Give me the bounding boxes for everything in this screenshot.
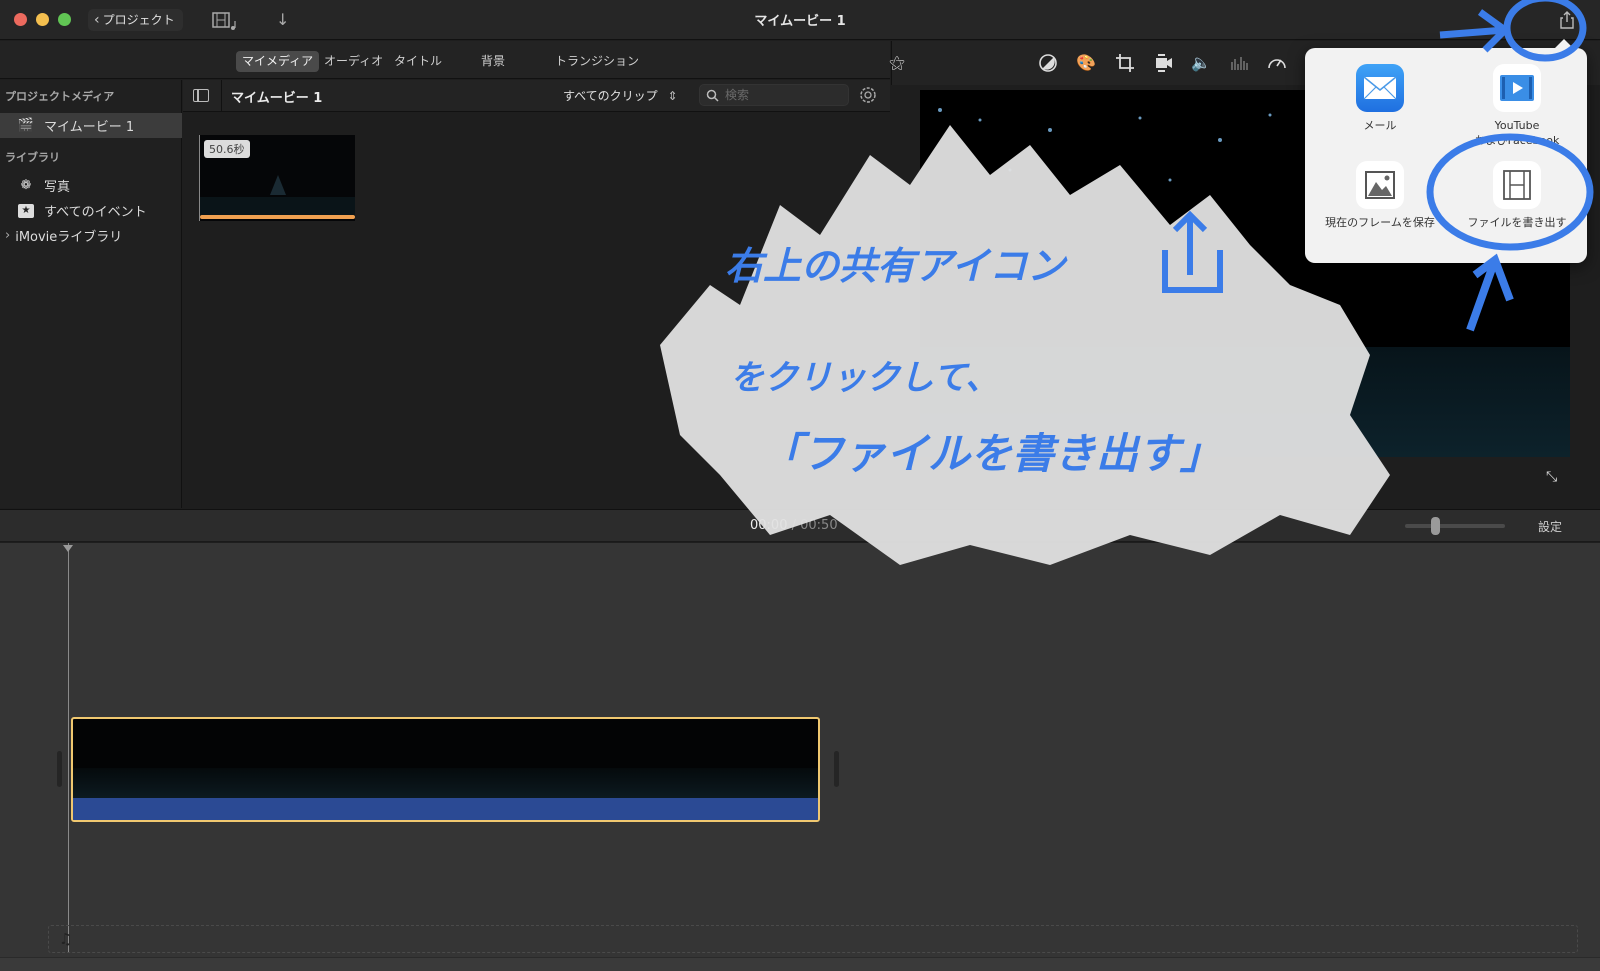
share-popover: メール YouTube およびFacebook 現在のフレームを保存 ファイルを… xyxy=(1305,39,1587,263)
clip-frames xyxy=(73,768,818,798)
mail-icon xyxy=(1356,64,1404,112)
search-input[interactable] xyxy=(725,88,835,102)
clip-trim-handle-left[interactable] xyxy=(57,751,62,787)
clip-audio-waveform xyxy=(73,798,818,820)
sidebar-item-imovie-library[interactable]: › iMovieライブラリ xyxy=(0,223,182,248)
music-note-icon: ♫ xyxy=(59,930,73,948)
browser-tabs: マイメディア オーディオ タイトル 背景 トランジション xyxy=(0,41,890,79)
film-file-icon xyxy=(1493,161,1541,209)
chevron-right-icon[interactable]: › xyxy=(5,228,10,243)
divider xyxy=(221,80,222,112)
noise-reduction-icon[interactable] xyxy=(1228,52,1250,74)
share-option-label: メール xyxy=(1363,119,1397,132)
clip-filter-label: すべてのクリップ xyxy=(563,89,658,103)
sidebar-item-label: すべてのイベント xyxy=(44,205,147,220)
sidebar-item-project[interactable]: 🎬 マイムービー 1 xyxy=(0,113,182,138)
sidebar-item-all-events[interactable]: ★ すべてのイベント xyxy=(0,198,182,223)
speed-icon[interactable] xyxy=(1266,52,1288,74)
volume-icon[interactable]: 🔈 xyxy=(1190,52,1212,74)
tab-backgrounds[interactable]: 背景 xyxy=(475,51,511,72)
clip-filter-select[interactable]: すべてのクリップ ⇕ xyxy=(563,87,678,104)
tab-audio[interactable]: オーディオ xyxy=(318,51,389,72)
share-option-mail[interactable]: メール xyxy=(1315,64,1445,133)
sidebar-item-label: 写真 xyxy=(44,180,71,195)
clip-trim-handle-right[interactable] xyxy=(834,751,839,787)
stabilization-icon[interactable] xyxy=(1152,52,1174,74)
share-option-label: ファイルを書き出す xyxy=(1467,216,1567,229)
photos-icon: ❁ xyxy=(20,178,32,193)
media-browser: 50.6秒 xyxy=(183,113,890,508)
timeline-toolbar: 00:00 / 00:50 設定 xyxy=(0,509,1600,542)
star-icon: ★ xyxy=(18,203,34,218)
browser-header: マイムービー 1 すべてのクリップ ⇕ xyxy=(183,80,890,112)
image-icon xyxy=(1356,161,1404,209)
sidebar-toggle-icon[interactable] xyxy=(193,89,209,102)
share-option-save-frame[interactable]: 現在のフレームを保存 xyxy=(1315,161,1445,230)
gear-icon[interactable] xyxy=(858,85,878,105)
total-time: 00:50 xyxy=(800,518,838,533)
project-media-header: プロジェクトメディア xyxy=(5,90,115,103)
timeline: ♫ xyxy=(0,543,1600,971)
fullscreen-icon[interactable]: ⤡ xyxy=(1546,469,1564,487)
clip-duration-badge: 50.6秒 xyxy=(204,140,250,158)
tab-transitions[interactable]: トランジション xyxy=(549,51,645,72)
share-option-youtube-facebook[interactable]: YouTube およびFacebook xyxy=(1452,64,1582,148)
updown-chevron-icon: ⇕ xyxy=(667,89,678,103)
search-field[interactable] xyxy=(699,84,849,106)
magic-wand-icon[interactable]: ⚝ xyxy=(886,52,908,74)
window-title: マイムービー 1 xyxy=(754,14,846,29)
sidebar-item-photos[interactable]: ❁ 写真 xyxy=(0,173,182,198)
playhead[interactable] xyxy=(68,543,69,953)
share-option-export-file[interactable]: ファイルを書き出す xyxy=(1452,161,1582,230)
timeline-zoom-slider[interactable] xyxy=(1405,517,1505,535)
crop-icon[interactable] xyxy=(1114,52,1136,74)
share-option-label: 現在のフレームを保存 xyxy=(1325,216,1435,229)
share-icon[interactable] xyxy=(1556,9,1578,31)
browser-title: マイムービー 1 xyxy=(231,91,323,106)
media-clip[interactable]: 50.6秒 xyxy=(199,135,355,221)
title-bar: ‹ プロジェクト ↓ マイムービー 1 xyxy=(0,0,1600,40)
clip-used-bar xyxy=(200,215,355,219)
timeline-scrollbar[interactable] xyxy=(0,957,1600,971)
search-icon xyxy=(706,89,719,102)
color-correction-icon[interactable]: 🎨 xyxy=(1075,52,1097,74)
clapperboard-icon: 🎬 xyxy=(17,118,35,133)
tab-titles[interactable]: タイトル xyxy=(388,51,448,72)
youtube-facebook-icon xyxy=(1493,64,1541,112)
share-option-label: YouTube およびFacebook xyxy=(1474,119,1560,147)
library-header: ライブラリ xyxy=(5,151,60,164)
timecode: 00:00 / 00:50 xyxy=(750,518,838,533)
zoom-slider-knob[interactable] xyxy=(1431,517,1440,535)
library-sidebar: プロジェクトメディア 🎬 マイムービー 1 ライブラリ ❁ 写真 ★ すべてのイ… xyxy=(0,80,182,508)
color-balance-icon[interactable] xyxy=(1037,52,1059,74)
landscape-ground xyxy=(920,347,1570,457)
sidebar-item-label: マイムービー 1 xyxy=(44,120,135,135)
current-time: 00:00 xyxy=(750,518,788,533)
sidebar-item-label: iMovieライブラリ xyxy=(15,230,123,245)
settings-button[interactable]: 設定 xyxy=(1538,518,1562,535)
playhead-marker[interactable] xyxy=(63,545,73,552)
background-music-track[interactable]: ♫ xyxy=(48,925,1578,953)
timeline-clip[interactable] xyxy=(71,717,820,822)
tab-my-media[interactable]: マイメディア xyxy=(236,51,320,72)
